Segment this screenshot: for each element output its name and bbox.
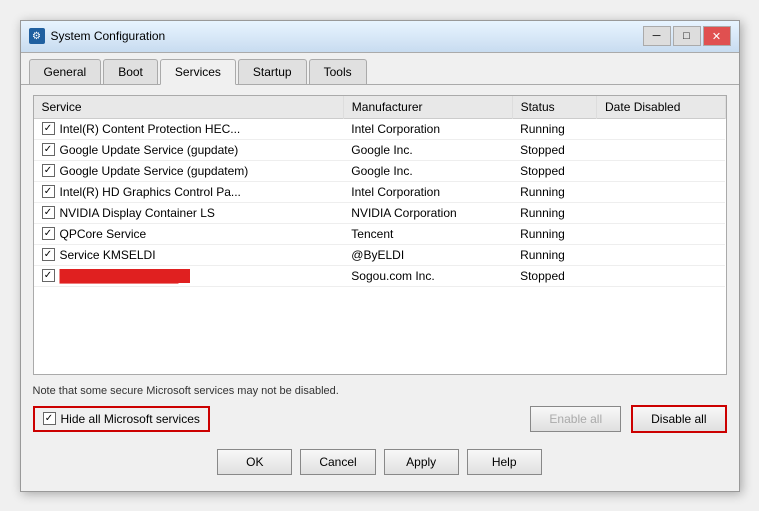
- tab-startup[interactable]: Startup: [238, 59, 307, 84]
- manufacturer-cell: Sogou.com Inc.: [343, 265, 512, 286]
- hide-ms-checkbox[interactable]: [43, 412, 56, 425]
- status-cell: Running: [512, 244, 596, 265]
- col-manufacturer: Manufacturer: [343, 96, 512, 119]
- service-checkbox-5[interactable]: [42, 227, 55, 240]
- service-cell: Intel(R) Content Protection HEC...: [34, 118, 344, 139]
- help-button[interactable]: Help: [467, 449, 542, 475]
- maximize-button[interactable]: □: [673, 26, 701, 46]
- service-name: NVIDIA Display Container LS: [60, 206, 215, 220]
- minimize-button[interactable]: ─: [643, 26, 671, 46]
- service-checkbox-1[interactable]: [42, 143, 55, 156]
- window-title: System Configuration: [51, 29, 643, 43]
- date-disabled-cell: [597, 265, 725, 286]
- service-checkbox-6[interactable]: [42, 248, 55, 261]
- table-row: Google Update Service (gupdate) Google In…: [34, 139, 726, 160]
- service-cell: QPCore Service: [34, 223, 344, 244]
- date-disabled-cell: [597, 160, 725, 181]
- status-cell: Running: [512, 118, 596, 139]
- tab-tools[interactable]: Tools: [309, 59, 367, 84]
- col-date-disabled: Date Disabled: [597, 96, 725, 119]
- date-disabled-cell: [597, 202, 725, 223]
- service-name: Google Update Service (gupdatem): [60, 164, 249, 178]
- dialog-buttons: OK Cancel Apply Help: [33, 443, 727, 481]
- service-name: Intel(R) Content Protection HEC...: [60, 122, 241, 136]
- service-cell: Intel(R) HD Graphics Control Pa...: [34, 181, 344, 202]
- ok-button[interactable]: OK: [217, 449, 292, 475]
- table-row: Intel(R) Content Protection HEC... Intel …: [34, 118, 726, 139]
- service-checkbox-4[interactable]: [42, 206, 55, 219]
- status-cell: Stopped: [512, 139, 596, 160]
- service-name: Intel(R) HD Graphics Control Pa...: [60, 185, 241, 199]
- status-cell: Stopped: [512, 265, 596, 286]
- window-icon: ⚙: [29, 28, 45, 44]
- service-cell: ██████████████: [34, 265, 344, 286]
- service-checkbox-3[interactable]: [42, 185, 55, 198]
- col-service: Service: [34, 96, 344, 119]
- table-row: Google Update Service (gupdatem) Google I…: [34, 160, 726, 181]
- disable-all-button[interactable]: Disable all: [631, 405, 726, 433]
- note-text: Note that some secure Microsoft services…: [33, 385, 727, 397]
- table-row: ██████████████ Sogou.com Inc.Stopped: [34, 265, 726, 286]
- bottom-section: Note that some secure Microsoft services…: [33, 385, 727, 433]
- service-name: Service KMSELDI: [60, 248, 156, 262]
- manufacturer-cell: Tencent: [343, 223, 512, 244]
- tab-boot[interactable]: Boot: [103, 59, 158, 84]
- col-status: Status: [512, 96, 596, 119]
- service-cell: NVIDIA Display Container LS: [34, 202, 344, 223]
- title-bar: ⚙ System Configuration ─ □ ✕: [21, 21, 739, 53]
- service-checkbox-0[interactable]: [42, 122, 55, 135]
- date-disabled-cell: [597, 181, 725, 202]
- manufacturer-cell: Intel Corporation: [343, 118, 512, 139]
- service-checkbox-7[interactable]: [42, 269, 55, 282]
- status-cell: Running: [512, 202, 596, 223]
- table-row: Intel(R) HD Graphics Control Pa... Intel …: [34, 181, 726, 202]
- cancel-button[interactable]: Cancel: [300, 449, 375, 475]
- service-name: QPCore Service: [60, 227, 147, 241]
- hide-ms-label: Hide all Microsoft services: [61, 412, 200, 426]
- date-disabled-cell: [597, 139, 725, 160]
- service-cell: Google Update Service (gupdate): [34, 139, 344, 160]
- title-bar-controls: ─ □ ✕: [643, 26, 731, 46]
- manufacturer-cell: @ByELDI: [343, 244, 512, 265]
- service-cell: Google Update Service (gupdatem): [34, 160, 344, 181]
- service-cell: Service KMSELDI: [34, 244, 344, 265]
- manufacturer-cell: NVIDIA Corporation: [343, 202, 512, 223]
- services-table-container: Service Manufacturer Status Date Disable…: [33, 95, 727, 375]
- manufacturer-cell: Intel Corporation: [343, 181, 512, 202]
- bottom-row: Hide all Microsoft services Enable all D…: [33, 405, 727, 433]
- manufacturer-cell: Google Inc.: [343, 139, 512, 160]
- date-disabled-cell: [597, 118, 725, 139]
- redacted-service-name: ██████████████: [60, 269, 190, 283]
- tab-services[interactable]: Services: [160, 59, 236, 85]
- table-row: NVIDIA Display Container LS NVIDIA Corpor…: [34, 202, 726, 223]
- table-row: QPCore Service TencentRunning: [34, 223, 726, 244]
- date-disabled-cell: [597, 244, 725, 265]
- table-row: Service KMSELDI @ByELDIRunning: [34, 244, 726, 265]
- enable-all-button[interactable]: Enable all: [530, 406, 621, 432]
- status-cell: Running: [512, 181, 596, 202]
- service-checkbox-2[interactable]: [42, 164, 55, 177]
- tab-bar: General Boot Services Startup Tools: [21, 53, 739, 85]
- tab-general[interactable]: General: [29, 59, 102, 84]
- close-button[interactable]: ✕: [703, 26, 731, 46]
- status-cell: Stopped: [512, 160, 596, 181]
- hide-ms-services-container: Hide all Microsoft services: [33, 406, 210, 432]
- system-config-window: ⚙ System Configuration ─ □ ✕ General Boo…: [20, 20, 740, 492]
- services-table: Service Manufacturer Status Date Disable…: [34, 96, 726, 287]
- manufacturer-cell: Google Inc.: [343, 160, 512, 181]
- apply-button[interactable]: Apply: [384, 449, 459, 475]
- status-cell: Running: [512, 223, 596, 244]
- service-name: Google Update Service (gupdate): [60, 143, 239, 157]
- content-area: Service Manufacturer Status Date Disable…: [21, 85, 739, 491]
- date-disabled-cell: [597, 223, 725, 244]
